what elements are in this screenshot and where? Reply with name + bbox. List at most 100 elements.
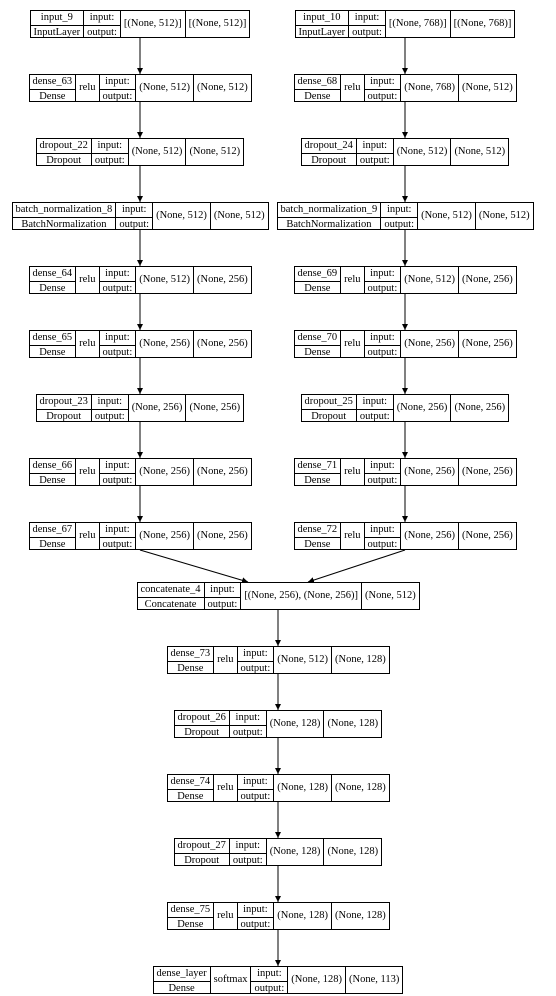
output-shape: (None, 128) <box>324 839 381 865</box>
layer-type: BatchNormalization <box>13 218 116 232</box>
layer-type: Dense <box>295 346 341 360</box>
layer-name: dropout_23 <box>37 395 91 410</box>
input-shape: (None, 512) <box>153 203 210 229</box>
layer-type: Dense <box>168 790 214 804</box>
layer-activation: relu <box>341 267 363 293</box>
layer-type: Dense <box>295 90 341 104</box>
layer-type: Dense <box>30 474 76 488</box>
layer-node: dropout_24Dropoutinput:output:(None, 512… <box>301 138 510 166</box>
layer-activation: relu <box>214 647 236 673</box>
layer-name: dense_75 <box>168 903 214 918</box>
io-label-output: output: <box>365 346 401 360</box>
io-label-output: output: <box>100 538 136 552</box>
layer-activation: relu <box>341 75 363 101</box>
layer-type: Dropout <box>37 410 91 424</box>
layer-type: Dense <box>154 982 210 996</box>
layer-name: dense_63 <box>30 75 76 90</box>
io-label-input: input: <box>251 967 287 982</box>
input-shape: (None, 128) <box>274 903 331 929</box>
output-shape: (None, 128) <box>332 903 389 929</box>
input-shape: (None, 128) <box>267 711 324 737</box>
io-label-input: input: <box>230 711 266 726</box>
io-label-input: input: <box>100 267 136 282</box>
layer-name: dense_66 <box>30 459 76 474</box>
output-shape: (None, 256) <box>194 523 251 549</box>
output-shape: (None, 512) <box>459 75 516 101</box>
io-label-input: input: <box>84 11 120 26</box>
layer-name: dense_74 <box>168 775 214 790</box>
layer-activation: relu <box>76 523 98 549</box>
output-shape: (None, 256) <box>451 395 508 421</box>
output-shape: (None, 256) <box>459 267 516 293</box>
io-label-output: output: <box>381 218 417 232</box>
layer-activation: relu <box>76 459 98 485</box>
output-shape: (None, 256) <box>194 267 251 293</box>
layer-node: batch_normalization_8BatchNormalizationi… <box>12 202 269 230</box>
layer-name: input_9 <box>31 11 84 26</box>
layer-type: Dense <box>30 538 76 552</box>
io-label-output: output: <box>365 282 401 296</box>
layer-name: batch_normalization_8 <box>13 203 116 218</box>
io-label-input: input: <box>100 459 136 474</box>
output-shape: (None, 512) <box>194 75 251 101</box>
output-shape: (None, 512) <box>211 203 268 229</box>
io-label-output: output: <box>84 26 120 40</box>
layer-type: Dropout <box>175 726 229 740</box>
io-label-output: output: <box>205 598 241 612</box>
io-label-output: output: <box>92 154 128 168</box>
layer-type: Dense <box>168 662 214 676</box>
layer-node: dense_75Densereluinput:output:(None, 128… <box>167 902 390 930</box>
layer-node: dropout_22Dropoutinput:output:(None, 512… <box>36 138 245 166</box>
layer-name: dropout_26 <box>175 711 229 726</box>
output-shape: (None, 128) <box>324 711 381 737</box>
io-label-output: output: <box>365 538 401 552</box>
layer-node: dense_65Densereluinput:output:(None, 256… <box>29 330 252 358</box>
layer-node: dense_69Densereluinput:output:(None, 512… <box>294 266 517 294</box>
layer-type: Dropout <box>302 410 356 424</box>
layer-type: Dense <box>168 918 214 932</box>
layer-name: dropout_25 <box>302 395 356 410</box>
layer-name: dense_72 <box>295 523 341 538</box>
layer-node: dense_71Densereluinput:output:(None, 256… <box>294 458 517 486</box>
input-shape: [(None, 768)] <box>386 11 450 37</box>
layer-name: dense_67 <box>30 523 76 538</box>
layer-node: input_9InputLayerinput:output:[(None, 51… <box>30 10 251 38</box>
io-label-input: input: <box>365 331 401 346</box>
layer-name: dropout_22 <box>37 139 91 154</box>
output-shape: (None, 256) <box>459 459 516 485</box>
io-label-output: output: <box>365 90 401 104</box>
io-label-input: input: <box>381 203 417 218</box>
output-shape: (None, 256) <box>194 459 251 485</box>
io-label-input: input: <box>238 647 274 662</box>
layer-name: dropout_27 <box>175 839 229 854</box>
io-label-input: input: <box>100 75 136 90</box>
layer-name: dense_71 <box>295 459 341 474</box>
input-shape: (None, 512) <box>129 139 186 165</box>
output-shape: (None, 128) <box>332 775 389 801</box>
input-shape: (None, 256) <box>136 331 193 357</box>
io-label-input: input: <box>92 139 128 154</box>
layer-name: dropout_24 <box>302 139 356 154</box>
layer-name: input_10 <box>296 11 349 26</box>
layer-node: dropout_25Dropoutinput:output:(None, 256… <box>301 394 510 422</box>
io-label-output: output: <box>92 410 128 424</box>
layer-type: BatchNormalization <box>278 218 381 232</box>
output-shape: (None, 113) <box>346 967 402 993</box>
layer-activation: relu <box>341 523 363 549</box>
layer-type: Dense <box>30 90 76 104</box>
input-shape: (None, 256) <box>136 459 193 485</box>
output-shape: (None, 512) <box>451 139 508 165</box>
layer-node: dense_72Densereluinput:output:(None, 256… <box>294 522 517 550</box>
io-label-output: output: <box>100 282 136 296</box>
layer-name: dense_73 <box>168 647 214 662</box>
output-shape: (None, 256) <box>186 395 243 421</box>
input-shape: (None, 512) <box>401 267 458 293</box>
io-label-output: output: <box>230 854 266 868</box>
output-shape: (None, 512) <box>186 139 243 165</box>
input-shape: (None, 128) <box>288 967 345 993</box>
io-label-output: output: <box>230 726 266 740</box>
layer-name: dense_70 <box>295 331 341 346</box>
input-shape: (None, 256) <box>394 395 451 421</box>
layer-activation: relu <box>341 459 363 485</box>
input-shape: (None, 256) <box>136 523 193 549</box>
